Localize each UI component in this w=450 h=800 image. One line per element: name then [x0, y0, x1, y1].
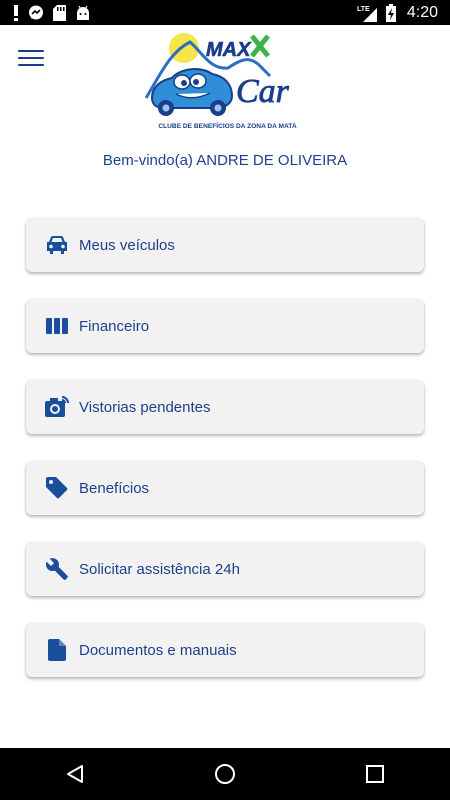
menu-item-label: Solicitar assistência 24h — [79, 560, 240, 578]
bars-icon — [45, 314, 69, 338]
signal-icon: LTE — [357, 6, 377, 22]
menu-line — [18, 57, 44, 59]
logo-x-accent — [250, 34, 270, 58]
menu-item-financeiro[interactable]: Financeiro — [26, 299, 424, 353]
status-bar-notifications — [0, 4, 91, 21]
logo-car-illustration — [150, 68, 234, 116]
menu-item-label: Benefícios — [79, 479, 150, 497]
status-time: 4:20 — [406, 3, 438, 21]
back-button[interactable] — [45, 748, 105, 800]
document-icon — [45, 638, 69, 662]
status-bar-system: LTE 4:20 — [357, 3, 450, 22]
sdcard-icon — [53, 4, 66, 21]
camera-icon — [45, 395, 69, 419]
menu-item-label: Vistorias pendentes — [79, 398, 211, 416]
system-navigation-bar — [0, 748, 450, 800]
home-icon — [215, 764, 235, 784]
menu-line — [18, 64, 44, 66]
menu-line — [18, 50, 44, 52]
messenger-icon — [29, 5, 43, 19]
wrench-icon — [45, 557, 69, 581]
menu-item-vistorias-pendentes[interactable]: Vistorias pendentes — [26, 380, 424, 434]
hamburger-menu-button[interactable] — [18, 46, 44, 70]
battery-charging-icon — [385, 3, 396, 22]
menu-item-label: Financeiro — [79, 317, 150, 335]
logo-text-car: Car — [236, 73, 290, 110]
tag-icon — [45, 476, 69, 500]
alert-icon — [14, 4, 18, 21]
status-bar: LTE 4:20 — [0, 0, 450, 25]
android-icon — [77, 5, 89, 20]
logo-tagline: CLUBE DE BENEFÍCIOS DA ZONA DA MATA — [158, 121, 296, 130]
menu-item-solicitar-assistencia[interactable]: Solicitar assistência 24h — [26, 542, 424, 596]
menu-item-label: Documentos e manuais — [79, 641, 237, 659]
menu-item-label: Meus veículos — [79, 236, 175, 254]
car-icon — [45, 233, 69, 257]
menu-item-beneficios[interactable]: Benefícios — [26, 461, 424, 515]
home-button[interactable] — [195, 748, 255, 800]
logo-text-max: MAX — [206, 39, 252, 61]
back-icon — [67, 765, 83, 783]
menu-item-documentos-manuais[interactable]: Documentos e manuais — [26, 623, 424, 677]
maxcar-logo: MAX Car CLUBE DE BENEFÍCIOS DA ZONA DA M… — [144, 33, 297, 130]
network-type: LTE — [357, 6, 370, 13]
welcome-message: Bem-vindo(a) ANDRE DE OLIVEIRA — [102, 152, 348, 169]
recents-icon — [366, 765, 384, 783]
recents-button[interactable] — [345, 748, 405, 800]
menu-item-meus-veiculos[interactable]: Meus veículos — [26, 218, 424, 272]
